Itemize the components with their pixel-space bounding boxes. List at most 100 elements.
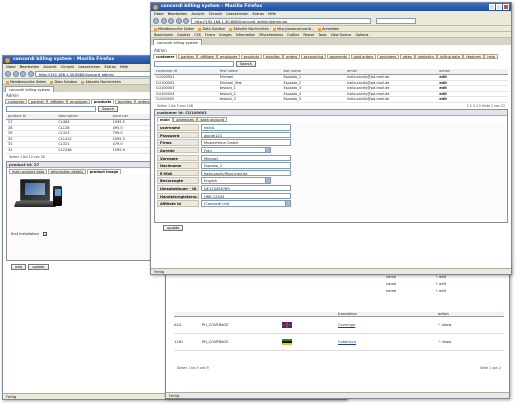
forward-arrow-icon[interactable]	[12, 71, 19, 77]
update-button[interactable]: update	[28, 263, 49, 270]
front-window-titlebar[interactable]: concordi billing system - Mozilla Firefo…	[151, 3, 511, 11]
toolbar-item[interactable]: Bookmarks	[154, 32, 173, 37]
pagination[interactable]: 1 2 3 4 5 Seite 1 von 22	[467, 104, 505, 108]
menu-extras[interactable]: Extras	[252, 11, 263, 17]
menu-bearbeiten[interactable]: Bearbeiten	[168, 11, 188, 17]
tab-partner[interactable]: partner	[177, 54, 197, 59]
menu-hilfe[interactable]: Hilfe	[120, 64, 128, 70]
show-link[interactable]: show	[438, 340, 451, 344]
front-url-field[interactable]: http://192.168.1.30:8080/concord_admin/A…	[190, 18, 371, 24]
menu-extras[interactable]: Extras	[104, 64, 115, 70]
home-icon[interactable]	[183, 18, 189, 24]
first-installation-checkbox[interactable]: ✓	[43, 231, 48, 237]
menu-hilfe[interactable]: Hilfe	[268, 11, 276, 17]
tab-products[interactable]: products	[240, 54, 263, 59]
menu-ansicht[interactable]: Ansicht	[43, 64, 56, 70]
minimize-icon[interactable]	[489, 4, 495, 10]
back-arrow-icon[interactable]	[5, 71, 11, 77]
tab-bundles[interactable]: bundles	[262, 54, 283, 59]
forward-arrow-icon[interactable]	[160, 18, 167, 24]
table-row[interactable]: 1161 PH_COVERAGE Cobertura show	[174, 334, 504, 351]
tab-statistics[interactable]: statistics	[415, 54, 437, 59]
menu-datei[interactable]: Datei	[154, 11, 164, 17]
first-name-field[interactable]: Michael	[201, 154, 291, 162]
table-row[interactable]: CU100005 testoni_3 Esposto_5 hallo.sanity@p…	[154, 96, 508, 103]
language-select[interactable]: English	[201, 177, 271, 184]
list-item[interactable]: name edit	[386, 287, 446, 294]
bookmark-item[interactable]: Data Solution	[50, 79, 77, 84]
chevron-down-icon[interactable]	[285, 201, 290, 206]
tab-features[interactable]: features	[463, 54, 484, 59]
doc-link[interactable]: Coverage	[338, 323, 438, 327]
bookmark-item[interactable]: Data Solution	[198, 26, 225, 31]
tab-employee[interactable]: employee	[217, 54, 241, 59]
salutation-select[interactable]: Frau	[201, 147, 271, 154]
tab-customer[interactable]: customer	[153, 54, 178, 59]
back-search-button[interactable]: Search	[98, 106, 119, 112]
new-button[interactable]: new	[11, 263, 27, 270]
menu-lesezeichen[interactable]: Lesezeichen	[78, 64, 100, 70]
edit-link[interactable]: edit	[435, 282, 446, 286]
chevron-down-icon[interactable]	[265, 178, 270, 183]
tab-rates[interactable]: rates	[399, 54, 415, 59]
subtab-addresses[interactable]: addresses	[173, 116, 197, 122]
toolbar-item[interactable]: View Source	[331, 32, 352, 37]
menu-bearbeiten[interactable]: Bearbeiten	[20, 64, 40, 70]
back-search-input[interactable]	[6, 106, 96, 112]
last-name-field[interactable]: Esposto_1	[201, 162, 291, 169]
tab-help[interactable]: help	[484, 54, 498, 59]
bookmark-item[interactable]: Aktuelle Nachrichten	[229, 26, 268, 31]
tab-customer[interactable]: customer	[5, 99, 28, 104]
toolbar-item[interactable]: Forms	[205, 32, 215, 37]
tab-employee[interactable]: employee	[67, 99, 91, 104]
tab-affiliate[interactable]: affiliate	[47, 99, 67, 104]
vat-id-field[interactable]: DE123456789	[201, 185, 291, 192]
tab-affiliate[interactable]: affiliate	[197, 54, 217, 59]
username-field[interactable]: hallo1	[201, 124, 291, 131]
toolbar-item[interactable]: Resize	[303, 32, 314, 37]
menu-datei[interactable]: Datei	[6, 64, 16, 70]
toolbar-item[interactable]: Information	[236, 32, 256, 37]
subtab-main[interactable]: main	[157, 116, 173, 122]
list-item[interactable]: name edit	[386, 280, 446, 287]
bookmark-item[interactable]: Anmelden	[318, 26, 339, 31]
toolbar-item[interactable]: Options	[355, 32, 368, 37]
toolbar-item[interactable]: Outline	[287, 32, 299, 37]
tab-bundles[interactable]: bundles	[114, 99, 135, 104]
tab-accounting[interactable]: accounting	[300, 54, 327, 59]
browser-tab[interactable]: concordi billing system	[5, 86, 55, 92]
home-icon[interactable]	[27, 71, 34, 77]
subtab-bank-account[interactable]: bank account	[197, 116, 228, 122]
browser-tab[interactable]: concordi billing system	[153, 39, 203, 45]
toolbar-item[interactable]: Miscellaneous	[259, 32, 283, 37]
customer-search-input[interactable]	[154, 61, 234, 67]
company-field[interactable]: Musterfirma GmbH	[201, 139, 291, 146]
tab-billing-data[interactable]: billing data	[437, 54, 463, 59]
menu-ansicht[interactable]: Ansicht	[191, 11, 204, 17]
tab-partner[interactable]: partner	[27, 99, 47, 104]
close-icon[interactable]	[503, 4, 509, 10]
maximize-icon[interactable]	[496, 4, 502, 10]
menu-chronik[interactable]: Chronik	[209, 11, 223, 17]
menu-lesezeichen[interactable]: Lesezeichen	[226, 11, 248, 17]
password-field[interactable]: abcde123	[201, 131, 291, 139]
edit-link[interactable]: edit	[435, 275, 446, 279]
table-row[interactable]: 32 CL2348 1595.9	[6, 147, 156, 154]
bookmark-item[interactable]: Meistbesuchte Seiten	[154, 26, 194, 31]
bookmark-item[interactable]: http://www.concordi...	[273, 26, 314, 31]
customer-search-button[interactable]: Search	[236, 61, 257, 67]
tab-orders[interactable]: orders	[283, 54, 301, 59]
back-arrow-icon[interactable]	[153, 18, 159, 24]
reload-icon[interactable]	[20, 71, 26, 77]
bookmark-item[interactable]: Meistbesuchte Seiten	[6, 79, 46, 84]
stop-icon[interactable]	[175, 18, 182, 24]
menu-chronik[interactable]: Chronik	[61, 64, 75, 70]
email-field[interactable]: hallo.sanity@pd-mail.de	[201, 169, 291, 177]
toolbar-item[interactable]: Tools	[318, 32, 326, 37]
chevron-down-icon[interactable]	[265, 148, 270, 153]
edit-link[interactable]: edit	[435, 289, 446, 293]
tab-payments[interactable]: payments	[326, 54, 350, 59]
toolbar-item[interactable]: Images	[219, 32, 231, 37]
toolbar-item[interactable]: CSS	[194, 32, 201, 37]
reload-icon[interactable]	[168, 18, 174, 24]
